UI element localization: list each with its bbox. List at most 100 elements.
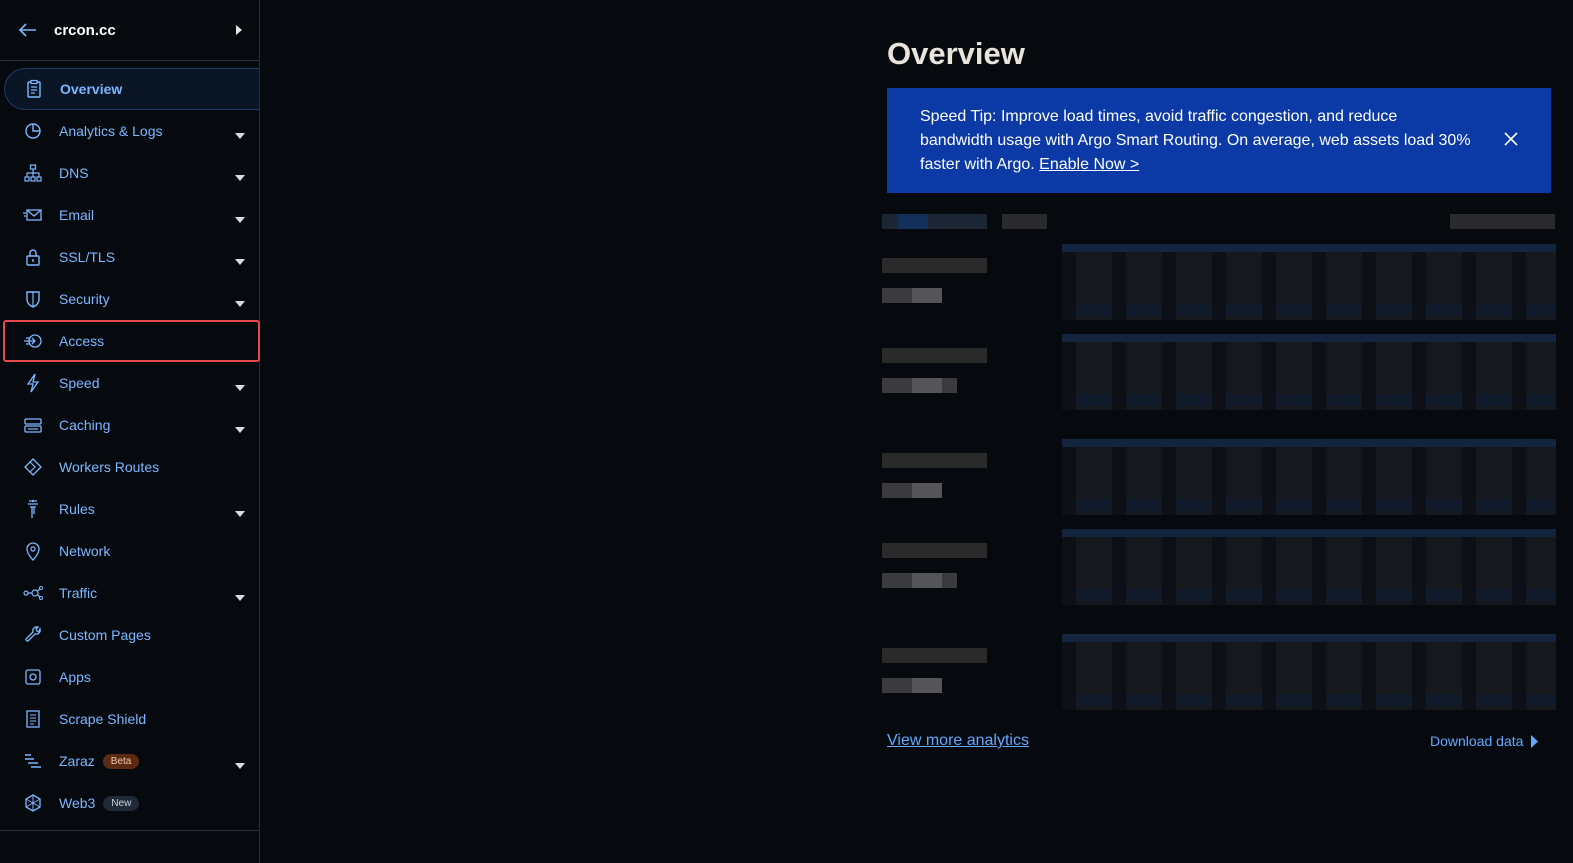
pixel-block [1212,334,1226,410]
chevron-down-icon[interactable] [235,211,245,223]
chevron-down-icon[interactable] [235,505,245,517]
close-icon[interactable] [1503,131,1519,147]
pixel-block [1062,244,1556,252]
view-more-analytics-link[interactable]: View more analytics [887,732,1029,750]
pixel-block [1212,529,1226,605]
chevron-down-icon[interactable] [235,169,245,181]
pixel-block [1462,439,1476,515]
pixel-block [1262,634,1276,710]
sidebar-item-zaraz[interactable]: Zaraz Beta [0,740,259,782]
pixel-block [1512,529,1526,605]
pixel-block [898,214,928,229]
pixel-block [882,543,987,558]
pixel-block [1062,334,1556,342]
sidebar-item-label: Rules [59,501,95,517]
sidebar-item-rules[interactable]: Rules [0,488,259,530]
pixel-block [1312,529,1326,605]
pixel-block [1462,244,1476,320]
sidebar-item-label: Access [59,333,105,349]
pixel-block [1062,589,1556,601]
shield-icon [22,288,44,310]
sidebar-item-caching[interactable]: Caching [0,404,259,446]
sidebar-item-speed[interactable]: Speed [0,362,259,404]
speed-tip-banner: Speed Tip: Improve load times, avoid tra… [887,88,1551,193]
pixel-block [1112,634,1126,710]
document-icon [22,708,44,730]
pixel-block [1162,634,1176,710]
sidebar-item-label: Zaraz [59,753,95,769]
back-arrow-icon[interactable] [18,20,38,40]
envelope-icon [22,204,44,226]
sidebar-item-overview[interactable]: Overview [4,68,259,110]
sidebar-item-network[interactable]: Network [0,530,259,572]
pixel-block [1112,334,1126,410]
pixel-block [1212,634,1226,710]
pixel-block [1262,439,1276,515]
funnel-icon [22,498,44,520]
pixel-block [1162,334,1176,410]
chevron-down-icon[interactable] [235,127,245,139]
pixel-block [1062,634,1556,642]
sidebar-item-apps[interactable]: Apps [0,656,259,698]
pixel-block [1062,439,1076,515]
pixel-block [912,378,942,393]
pixel-block [1062,244,1076,320]
clipboard-icon [23,78,45,100]
pixel-block [1062,334,1076,410]
wrench-icon [22,624,44,646]
pixel-block [1362,634,1376,710]
sidebar-item-access[interactable]: Access [3,320,260,362]
chevron-down-icon[interactable] [235,379,245,391]
sidebar-item-custom-pages[interactable]: Custom Pages [0,614,259,656]
map-pin-icon [22,540,44,562]
pixel-block [1462,334,1476,410]
sidebar-item-dns[interactable]: DNS [0,152,259,194]
download-data-label: Download data [1430,733,1524,749]
chevron-down-icon[interactable] [235,295,245,307]
sidebar-item-scrape-shield[interactable]: Scrape Shield [0,698,259,740]
pixel-block [1412,529,1426,605]
beta-badge: Beta [102,753,140,769]
sidebar-item-web3[interactable]: Web3 New [0,782,259,824]
pixel-block [1062,634,1076,710]
pixel-block [1062,499,1556,511]
site-name[interactable]: crcon.cc [54,22,233,39]
lock-icon [22,246,44,268]
sidebar-item-ssl-tls[interactable]: SSL/TLS [0,236,259,278]
pixel-block [1512,244,1526,320]
sidebar-item-analytics-logs[interactable]: Analytics & Logs [0,110,259,152]
chevron-down-icon[interactable] [235,253,245,265]
new-badge: New [103,795,140,811]
chevron-down-icon[interactable] [235,757,245,769]
pixel-block [1462,529,1476,605]
pixel-block [1512,634,1526,710]
chevron-down-icon[interactable] [235,589,245,601]
sidebar-item-security[interactable]: Security [0,278,259,320]
pixel-block [1412,244,1426,320]
pixel-block [882,453,987,468]
pixel-block [1362,529,1376,605]
pixel-block [1462,634,1476,710]
sidebar-item-email[interactable]: Email [0,194,259,236]
pixel-block [1362,334,1376,410]
sidebar-item-workers-routes[interactable]: Workers Routes [0,446,259,488]
download-data-link[interactable]: Download data [1430,733,1539,749]
sidebar-item-label: Scrape Shield [59,711,147,727]
caret-right-icon[interactable] [233,24,245,36]
pixel-block [1062,439,1556,447]
sidebar-item-label: Custom Pages [59,627,151,643]
pixel-block [1062,694,1556,706]
pixel-block [1412,334,1426,410]
enable-now-link[interactable]: Enable Now > [1039,156,1139,173]
pixel-block [1062,394,1556,406]
web3-cube-icon [22,792,44,814]
sidebar-item-label: Analytics & Logs [59,123,163,139]
sidebar-item-traffic[interactable]: Traffic [0,572,259,614]
pixel-block [1312,334,1326,410]
chevron-down-icon[interactable] [235,421,245,433]
pixel-block [1112,529,1126,605]
sidebar-item-label: Speed [59,375,100,391]
sidebar-item-label: Overview [60,81,123,97]
workers-diamond-icon [22,456,44,478]
sidebar-header: crcon.cc [0,0,259,61]
